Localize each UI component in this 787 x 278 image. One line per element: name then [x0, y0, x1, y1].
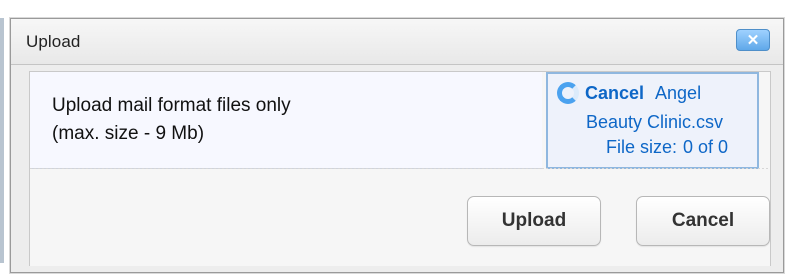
file-size-label: File size: — [606, 137, 678, 157]
close-icon: ✕ — [746, 31, 760, 49]
close-button[interactable]: ✕ — [736, 29, 770, 51]
upload-instructions: Upload mail format files only (max. size… — [52, 92, 291, 148]
upload-button[interactable]: Upload — [467, 196, 601, 246]
file-size-value: 0 of 0 — [683, 137, 729, 157]
upload-dialog: Upload ✕ Upload mail format files only (… — [10, 18, 784, 273]
content-divider — [30, 168, 770, 169]
file-name: Beauty Clinic.csv — [586, 112, 724, 132]
instructions-line-2: (max. size - 9 Mb) — [52, 123, 205, 144]
upload-status-panel: Cancel Angel Beauty Clinic.csv File size… — [546, 72, 759, 169]
screen: Upload ✕ Upload mail format files only (… — [0, 0, 787, 278]
file-size-row: File size: 0 of 0 — [606, 137, 728, 158]
status-header: Cancel Angel — [557, 82, 701, 104]
dialog-title: Upload — [26, 32, 81, 51]
cancel-button[interactable]: Cancel — [636, 196, 770, 246]
upload-info-panel: Upload mail format files only (max. size… — [30, 72, 542, 169]
dialog-titlebar: Upload ✕ — [11, 19, 783, 65]
background-edge — [0, 18, 4, 263]
dialog-content: Upload mail format files only (max. size… — [29, 71, 771, 266]
file-name-part-1: Angel — [655, 82, 702, 103]
dialog-actions: Upload Cancel — [30, 170, 770, 266]
loading-spinner-icon — [557, 82, 579, 104]
status-cancel-link[interactable]: Cancel — [585, 83, 644, 104]
instructions-line-1: Upload mail format files only — [52, 95, 291, 116]
